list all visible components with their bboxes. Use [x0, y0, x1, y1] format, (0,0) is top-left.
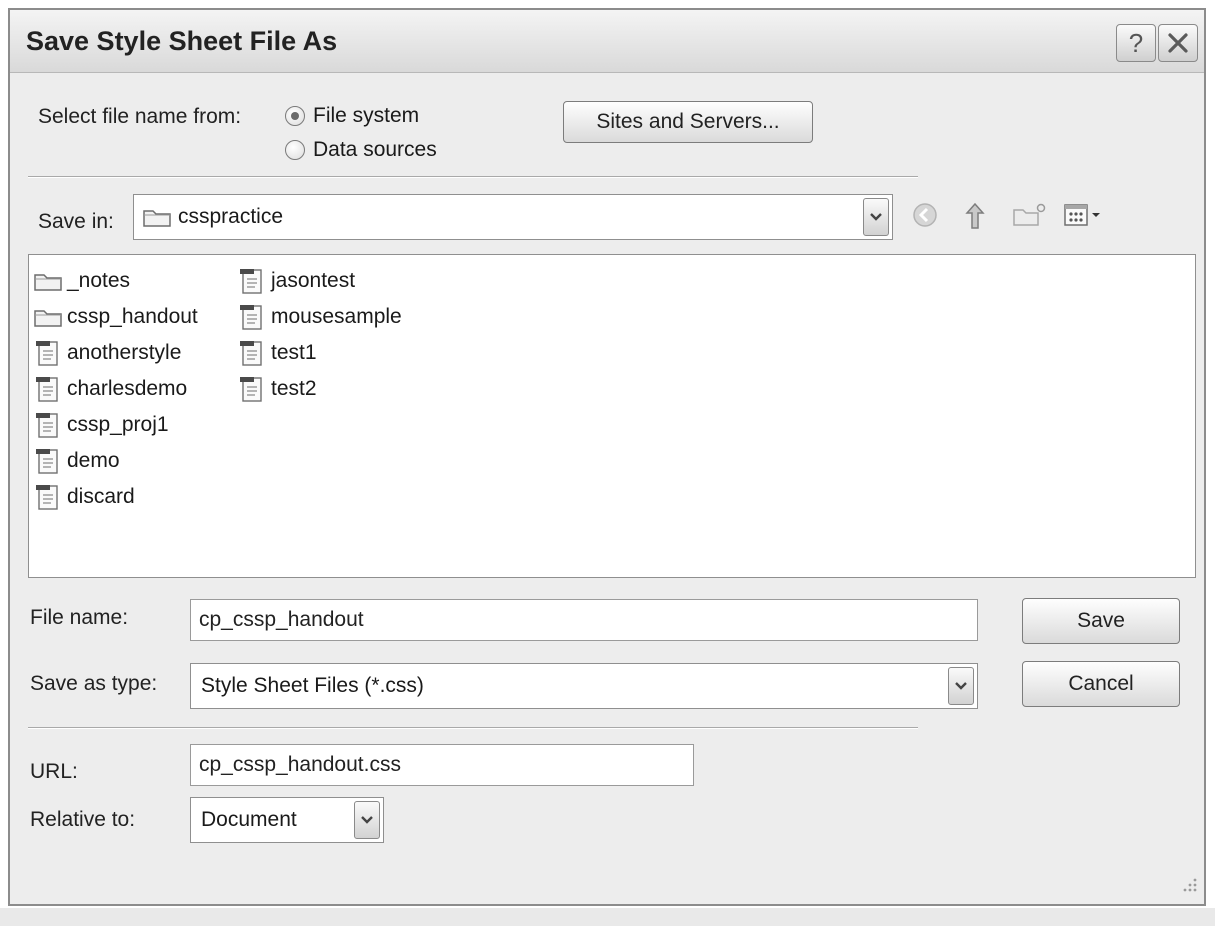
save-button[interactable]: Save	[1022, 598, 1180, 644]
cancel-button[interactable]: Cancel	[1022, 661, 1180, 707]
css-file-icon	[33, 375, 63, 403]
css-file-icon	[237, 375, 267, 403]
save-in-combo[interactable]: csspractice	[133, 194, 893, 240]
radio-indicator[interactable]	[285, 106, 305, 126]
save-in-value: csspractice	[178, 205, 284, 228]
list-item-demo[interactable]: demo	[33, 443, 198, 479]
list-item-discard[interactable]: discard	[33, 479, 198, 515]
url-input[interactable]: cp_cssp_handout.css	[190, 744, 694, 786]
radio-file-system[interactable]: File system	[285, 104, 419, 128]
list-item-cssp-handout[interactable]: cssp_handout	[33, 299, 198, 335]
list-item-label: jasontest	[271, 269, 356, 292]
file-name-input[interactable]: cp_cssp_handout	[190, 599, 978, 641]
radio-indicator[interactable]	[285, 140, 305, 160]
list-item-test2[interactable]: test2	[237, 371, 402, 407]
list-item-label: cssp_handout	[67, 305, 198, 328]
close-icon	[1168, 33, 1188, 53]
list-item-label: test1	[271, 341, 317, 364]
up-folder-button[interactable]	[960, 200, 990, 232]
css-file-icon	[237, 303, 267, 331]
list-item-notes[interactable]: _notes	[33, 263, 198, 299]
separator	[28, 176, 918, 178]
back-icon	[913, 203, 937, 227]
close-button[interactable]	[1158, 24, 1198, 62]
view-menu-button[interactable]	[1062, 200, 1104, 230]
save-as-type-select[interactable]: Style Sheet Files (*.css)	[190, 663, 978, 709]
folder-icon	[33, 267, 63, 295]
css-file-icon	[237, 339, 267, 367]
sites-and-servers-button[interactable]: Sites and Servers...	[563, 101, 813, 143]
css-file-icon	[33, 411, 63, 439]
css-file-icon	[33, 447, 63, 475]
list-item-test1[interactable]: test1	[237, 335, 402, 371]
folder-icon	[142, 206, 172, 228]
relative-to-select[interactable]: Document	[190, 797, 384, 843]
relative-to-label: Relative to:	[30, 808, 136, 831]
help-button[interactable]: ?	[1116, 24, 1156, 62]
window-bottom-edge	[0, 908, 1215, 926]
back-button[interactable]	[910, 200, 940, 230]
separator	[28, 727, 918, 729]
relative-to-dropdown-button[interactable]	[354, 801, 380, 839]
save-in-dropdown-button[interactable]	[863, 198, 889, 236]
view-menu-icon	[1064, 204, 1100, 226]
source-label: Select file name from:	[38, 105, 242, 128]
list-item-charlesdemo[interactable]: charlesdemo	[33, 371, 198, 407]
list-item-label: cssp_proj1	[67, 413, 169, 436]
chevron-down-icon	[955, 682, 967, 690]
save-in-label: Save in:	[38, 210, 114, 233]
chevron-down-icon	[361, 816, 373, 824]
list-item-cssp-proj1[interactable]: cssp_proj1	[33, 407, 198, 443]
radio-file-system-label: File system	[313, 104, 420, 127]
new-folder-button[interactable]	[1010, 200, 1048, 230]
chevron-down-icon	[870, 213, 882, 221]
url-label: URL:	[30, 760, 78, 783]
relative-to-value: Document	[201, 808, 297, 831]
list-item-label: mousesample	[271, 305, 402, 328]
file-name-label: File name:	[30, 606, 129, 629]
up-folder-icon	[965, 202, 985, 229]
new-folder-icon	[1013, 203, 1046, 226]
list-item-label: demo	[67, 449, 120, 472]
list-item-label: test2	[271, 377, 317, 400]
list-item-jasontest[interactable]: jasontest	[237, 263, 402, 299]
list-item-anotherstyle[interactable]: anotherstyle	[33, 335, 198, 371]
title-bar[interactable]: Save Style Sheet File As ?	[10, 10, 1204, 73]
file-list-column-2: jasontest mousesample test1 test2	[237, 263, 402, 407]
list-item-label: charlesdemo	[67, 377, 188, 400]
save-dialog: Save Style Sheet File As ? Select file n…	[8, 8, 1206, 906]
list-item-label: _notes	[67, 269, 131, 292]
resize-grip-icon[interactable]	[1180, 875, 1198, 898]
list-item-mousesample[interactable]: mousesample	[237, 299, 402, 335]
dialog-title: Save Style Sheet File As	[26, 26, 338, 56]
radio-data-sources-label: Data sources	[313, 138, 437, 161]
save-as-type-value: Style Sheet Files (*.css)	[201, 674, 424, 697]
css-file-icon	[33, 339, 63, 367]
list-item-label: discard	[67, 485, 135, 508]
help-icon: ?	[1128, 27, 1144, 58]
radio-data-sources[interactable]: Data sources	[285, 138, 437, 162]
list-item-label: anotherstyle	[67, 341, 182, 364]
file-list[interactable]: _notes cssp_handout anotherstyle charles…	[28, 254, 1196, 578]
save-as-type-dropdown-button[interactable]	[948, 667, 974, 705]
css-file-icon	[33, 483, 63, 511]
file-list-column-1: _notes cssp_handout anotherstyle charles…	[33, 263, 198, 515]
folder-icon	[33, 303, 63, 331]
save-as-type-label: Save as type:	[30, 672, 158, 695]
css-file-icon	[237, 267, 267, 295]
